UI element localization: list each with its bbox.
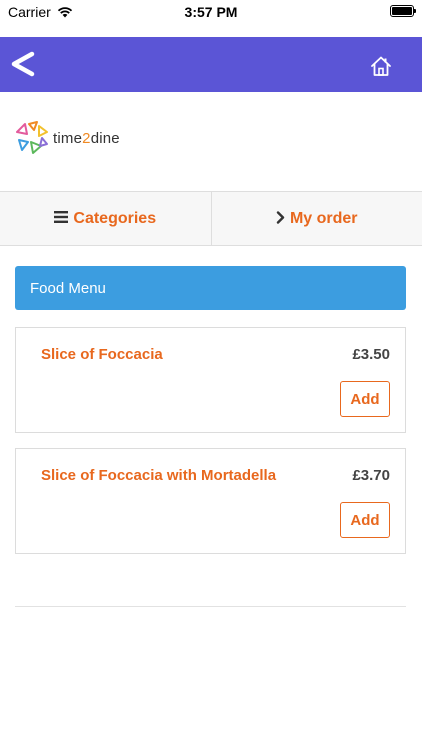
nav-bar (0, 37, 422, 92)
status-bar: Carrier 3:57 PM (0, 0, 422, 37)
logo-mark-icon (16, 121, 48, 154)
logo-text: time2dine (53, 129, 120, 147)
categories-tab[interactable]: Categories (0, 192, 211, 245)
my-order-tab[interactable]: My order (210, 192, 422, 245)
divider (15, 606, 406, 607)
status-time: 3:57 PM (184, 4, 238, 20)
home-icon[interactable] (370, 55, 392, 77)
segment-bar: Categories My order (0, 191, 422, 246)
menu-item-card: Slice of Foccacia £3.50 Add (15, 327, 406, 433)
add-button[interactable]: Add (340, 502, 390, 538)
item-name: Slice of Foccacia with Mortadella (41, 467, 277, 484)
menu-item-card: Slice of Foccacia with Mortadella £3.70 … (15, 448, 406, 554)
menu-bars-icon (54, 211, 69, 226)
food-menu-header: Food Menu (15, 266, 406, 310)
logo: time2dine (15, 120, 120, 156)
item-price: £3.50 (352, 346, 390, 363)
categories-label: Categories (73, 209, 157, 227)
item-name: Slice of Foccacia (41, 346, 163, 363)
add-button[interactable]: Add (340, 381, 390, 417)
my-order-label: My order (289, 209, 358, 227)
item-price: £3.70 (352, 467, 390, 484)
back-arrow-icon[interactable] (6, 47, 40, 81)
chevron-right-icon (276, 210, 285, 227)
battery-icon (390, 5, 416, 17)
